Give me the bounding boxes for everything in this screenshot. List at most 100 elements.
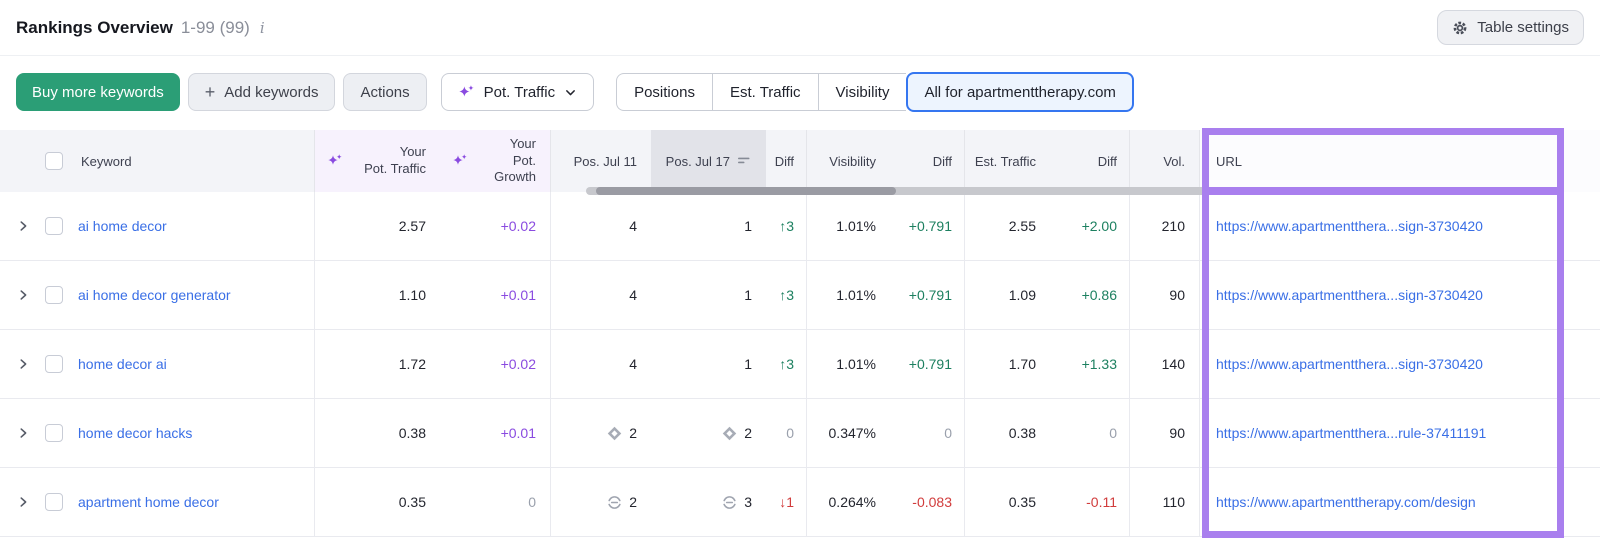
- url-link[interactable]: https://www.apartmentthera...sign-373042…: [1216, 218, 1483, 234]
- pos-diff-cell: ↓1: [766, 468, 807, 536]
- est-traffic-diff-value: +1.33: [1081, 356, 1117, 372]
- column-header-url[interactable]: URL: [1200, 130, 1600, 192]
- table-settings-label: Table settings: [1477, 19, 1569, 36]
- url-link[interactable]: https://www.apartmenttherapy.com/design: [1216, 494, 1476, 510]
- row-checkbox[interactable]: [45, 286, 63, 304]
- volume-cell: 140: [1130, 330, 1200, 398]
- metric-dropdown-label: Pot. Traffic: [483, 83, 556, 101]
- column-header-pot-traffic[interactable]: Your Pot. Traffic: [315, 130, 440, 192]
- header-checkbox[interactable]: [45, 152, 63, 170]
- url-cell: https://www.apartmentthera...sign-373042…: [1200, 192, 1600, 260]
- row-checkbox[interactable]: [45, 424, 63, 442]
- visibility-value: 0.347%: [828, 425, 876, 441]
- sparkle-icon: [452, 154, 468, 168]
- keyword-cell: home decor ai: [0, 330, 315, 398]
- expand-chevron-icon[interactable]: [16, 219, 30, 233]
- pos-jul17-cell-value: 2: [744, 425, 752, 441]
- table-body: ai home decor 2.57 +0.02 4 1 ↑3 1.01% +0.791 2.5…: [0, 192, 1600, 537]
- rankings-overview-page: { "header": { "title": "Rankings Overvie…: [0, 0, 1600, 548]
- pos-jul11-cell-value: 4: [629, 356, 637, 372]
- sort-icon: [738, 155, 752, 167]
- tab-positions[interactable]: Positions: [616, 73, 712, 111]
- pot-traffic-cell: 0.38: [315, 399, 440, 467]
- tab-visibility[interactable]: Visibility: [817, 73, 907, 111]
- pot-traffic-value: 2.57: [398, 218, 426, 234]
- est-traffic-value: 0.38: [1008, 425, 1036, 441]
- pos-jul17-cell: 1: [651, 192, 766, 260]
- pot-growth-value: 0: [528, 494, 536, 510]
- tab-all-for-domain[interactable]: All for apartmenttherapy.com: [906, 72, 1134, 112]
- metric-dropdown[interactable]: Pot. Traffic: [440, 73, 595, 111]
- page-title: Rankings Overview: [16, 17, 173, 37]
- horizontal-scrollbar[interactable]: [586, 187, 1470, 195]
- visibility-diff-value: 0: [944, 425, 952, 441]
- toolbar: Buy more keywords + Add keywords Actions…: [0, 56, 1600, 130]
- pot-traffic-value: 0.38: [398, 425, 426, 441]
- column-header-vol[interactable]: Vol.: [1130, 130, 1200, 192]
- visibility-diff-value: +0.791: [908, 356, 952, 372]
- pos-jul11-cell-value: 2: [629, 425, 637, 441]
- column-header-visibility-diff[interactable]: Diff: [890, 130, 965, 192]
- info-icon[interactable]: i: [260, 19, 265, 37]
- url-link[interactable]: https://www.apartmentthera...rule-374111…: [1216, 425, 1486, 441]
- pos-jul17-cell: 2: [651, 399, 766, 467]
- url-cell: https://www.apartmentthera...rule-374111…: [1200, 399, 1600, 467]
- table-settings-button[interactable]: Table settings: [1437, 10, 1584, 45]
- est-traffic-diff-cell: +1.33: [1050, 330, 1130, 398]
- est-traffic-diff-value: -0.11: [1086, 494, 1117, 510]
- pot-growth-cell: +0.01: [440, 399, 551, 467]
- est-traffic-diff-cell: +2.00: [1050, 192, 1130, 260]
- add-keywords-label: Add keywords: [224, 83, 319, 101]
- sparkle-icon: [458, 84, 475, 100]
- column-header-est-traffic-diff[interactable]: Diff: [1050, 130, 1130, 192]
- keyword-link[interactable]: ai home decor generator: [78, 287, 231, 303]
- expand-chevron-icon[interactable]: [16, 426, 30, 440]
- keyword-link[interactable]: home decor ai: [78, 356, 167, 372]
- pot-growth-value: +0.01: [500, 425, 536, 441]
- row-checkbox[interactable]: [45, 493, 63, 511]
- row-checkbox[interactable]: [45, 355, 63, 373]
- url-link[interactable]: https://www.apartmentthera...sign-373042…: [1216, 356, 1483, 372]
- pot-traffic-value: 1.72: [398, 356, 426, 372]
- column-header-visibility[interactable]: Visibility: [807, 130, 890, 192]
- url-link[interactable]: https://www.apartmentthera...sign-373042…: [1216, 287, 1483, 303]
- keyword-cell: ai home decor: [0, 192, 315, 260]
- visibility-diff-cell: +0.791: [890, 192, 965, 260]
- pot-growth-cell: +0.01: [440, 261, 551, 329]
- est-traffic-diff-value: +2.00: [1081, 218, 1117, 234]
- column-header-pos-jul17[interactable]: Pos. Jul 17: [651, 130, 766, 192]
- volume-cell: 90: [1130, 399, 1200, 467]
- visibility-diff-value: +0.791: [908, 218, 952, 234]
- actions-button[interactable]: Actions: [343, 73, 427, 111]
- chevron-down-icon: [564, 86, 577, 99]
- serp-feature-icon: [607, 426, 622, 441]
- pot-traffic-cell: 1.10: [315, 261, 440, 329]
- column-header-pos-jul11[interactable]: Pos. Jul 11: [551, 130, 651, 192]
- table-row: ai home decor 2.57 +0.02 4 1 ↑3 1.01% +0.791 2.5…: [0, 192, 1600, 261]
- keyword-link[interactable]: ai home decor: [78, 218, 167, 234]
- buy-more-keywords-button[interactable]: Buy more keywords: [16, 73, 180, 111]
- column-header-est-traffic[interactable]: Est. Traffic: [965, 130, 1050, 192]
- column-header-pot-growth[interactable]: Your Pot. Growth: [440, 130, 551, 192]
- pot-traffic-cell: 1.72: [315, 330, 440, 398]
- visibility-diff-cell: +0.791: [890, 261, 965, 329]
- tab-est-traffic[interactable]: Est. Traffic: [711, 73, 818, 111]
- pot-traffic-cell: 0.35: [315, 468, 440, 536]
- table-header: Keyword Your Pot. Traffic Your Pot. Growth…: [0, 130, 1600, 192]
- add-keywords-button[interactable]: + Add keywords: [187, 73, 336, 111]
- expand-chevron-icon[interactable]: [16, 357, 30, 371]
- keyword-link[interactable]: apartment home decor: [78, 494, 219, 510]
- table-row: apartment home decor 0.35 0 2 3 ↓1 0.264% -0.08…: [0, 468, 1600, 537]
- visibility-diff-cell: -0.083: [890, 468, 965, 536]
- row-checkbox[interactable]: [45, 217, 63, 235]
- visibility-cell: 1.01%: [807, 261, 890, 329]
- expand-chevron-icon[interactable]: [16, 288, 30, 302]
- scrollbar-thumb[interactable]: [596, 187, 896, 195]
- keyword-cell: home decor hacks: [0, 399, 315, 467]
- keyword-link[interactable]: home decor hacks: [78, 425, 192, 441]
- pos-jul11-cell: 4: [551, 261, 651, 329]
- est-traffic-diff-value: 0: [1109, 425, 1117, 441]
- column-header-pos-diff[interactable]: Diff: [766, 130, 807, 192]
- pot-growth-value: +0.02: [500, 218, 536, 234]
- expand-chevron-icon[interactable]: [16, 495, 30, 509]
